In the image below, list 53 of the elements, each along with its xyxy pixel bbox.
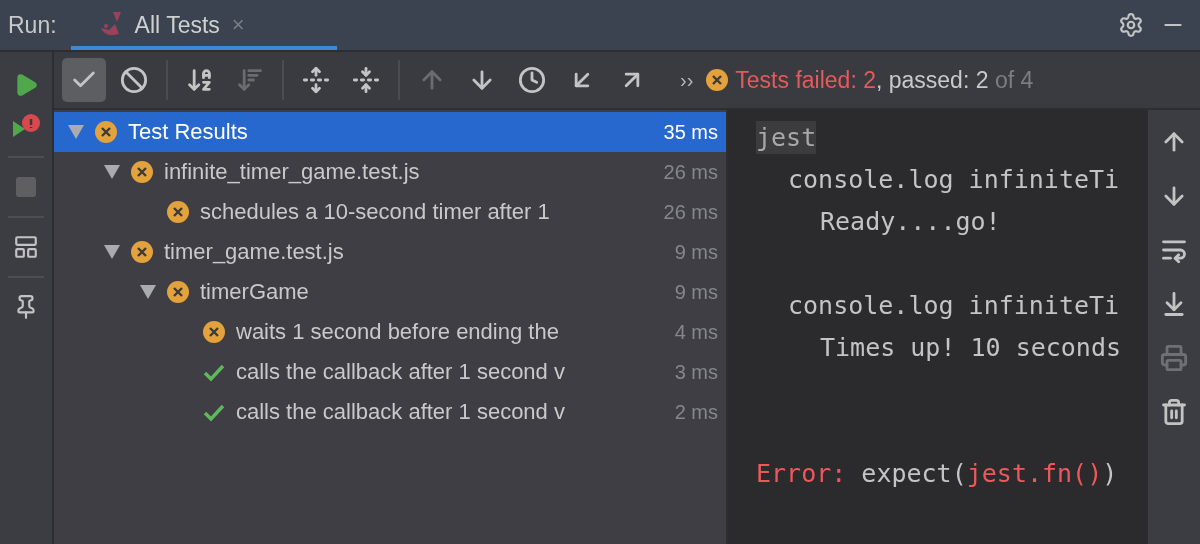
test-tree-row[interactable]: Test Results 35 ms <box>54 112 726 152</box>
failed-icon <box>166 280 190 304</box>
failed-icon <box>705 68 730 92</box>
ban-icon <box>120 66 148 94</box>
test-tree-row[interactable]: timerGame 9 ms <box>54 272 726 312</box>
show-passed-button[interactable] <box>62 58 106 102</box>
layout-icon <box>13 234 39 260</box>
failed-icon <box>202 320 226 344</box>
test-duration: 9 ms <box>674 280 718 304</box>
test-duration: 9 ms <box>674 240 718 264</box>
test-tree-row[interactable]: timer_game.test.js 9 ms <box>54 232 726 272</box>
sort-az-icon <box>186 66 214 94</box>
failed-icon <box>94 120 118 144</box>
console-line: console.log infiniteTi <box>788 290 1120 320</box>
test-duration: 26 ms <box>663 160 718 184</box>
test-duration: 3 ms <box>674 360 718 384</box>
console-line: Ready....go! <box>820 206 1001 236</box>
test-name: Test Results <box>128 119 249 145</box>
more-toolbar-button[interactable]: ›› <box>680 68 694 92</box>
test-tree-row[interactable]: calls the callback after 1 second v 2 ms <box>54 392 726 432</box>
test-tree-row[interactable]: schedules a 10-second timer after 1 26 ms <box>54 192 726 232</box>
clock-icon <box>518 66 546 94</box>
console-line: Times up! 10 seconds <box>820 332 1122 362</box>
test-name: waits 1 second before ending the <box>236 319 560 345</box>
test-name: calls the callback after 1 second v <box>236 359 566 385</box>
failed-icon <box>166 200 190 224</box>
console-line: console.log infiniteTi <box>788 164 1120 194</box>
failed-icon <box>130 160 154 184</box>
test-name: timer_game.test.js <box>164 239 345 265</box>
test-duration: 4 ms <box>674 320 718 344</box>
console-line: Error: expect(jest.fn()) <box>756 458 1118 488</box>
test-tree-row[interactable]: calls the callback after 1 second v 3 ms <box>54 352 726 392</box>
test-name: infinite_timer_game.test.js <box>164 159 421 185</box>
failed-icon <box>130 240 154 264</box>
tab-label: All Tests <box>134 11 220 39</box>
test-tree-row[interactable]: waits 1 second before ending the 4 ms <box>54 312 726 352</box>
expand-icon <box>302 66 330 94</box>
test-duration: 35 ms <box>663 120 718 144</box>
test-tree-row[interactable]: infinite_timer_game.test.js 26 ms <box>54 152 726 192</box>
test-name: timerGame <box>200 279 310 305</box>
test-name: calls the callback after 1 second v <box>236 399 566 425</box>
test-duration: 2 ms <box>674 400 718 424</box>
trash-icon <box>1160 398 1188 426</box>
test-status-text: Tests failed: 2, passed: 2 of 4 <box>735 66 1034 94</box>
stop-icon <box>14 175 38 199</box>
test-duration: 26 ms <box>663 200 718 224</box>
console-header: jest <box>756 120 817 154</box>
printer-icon <box>1160 344 1188 372</box>
test-name: schedules a 10-second timer after 1 <box>200 199 551 225</box>
run-label: Run: <box>8 11 57 39</box>
settings-icon[interactable] <box>1118 12 1144 38</box>
sort-icon <box>236 66 264 94</box>
collapse-icon <box>352 66 380 94</box>
